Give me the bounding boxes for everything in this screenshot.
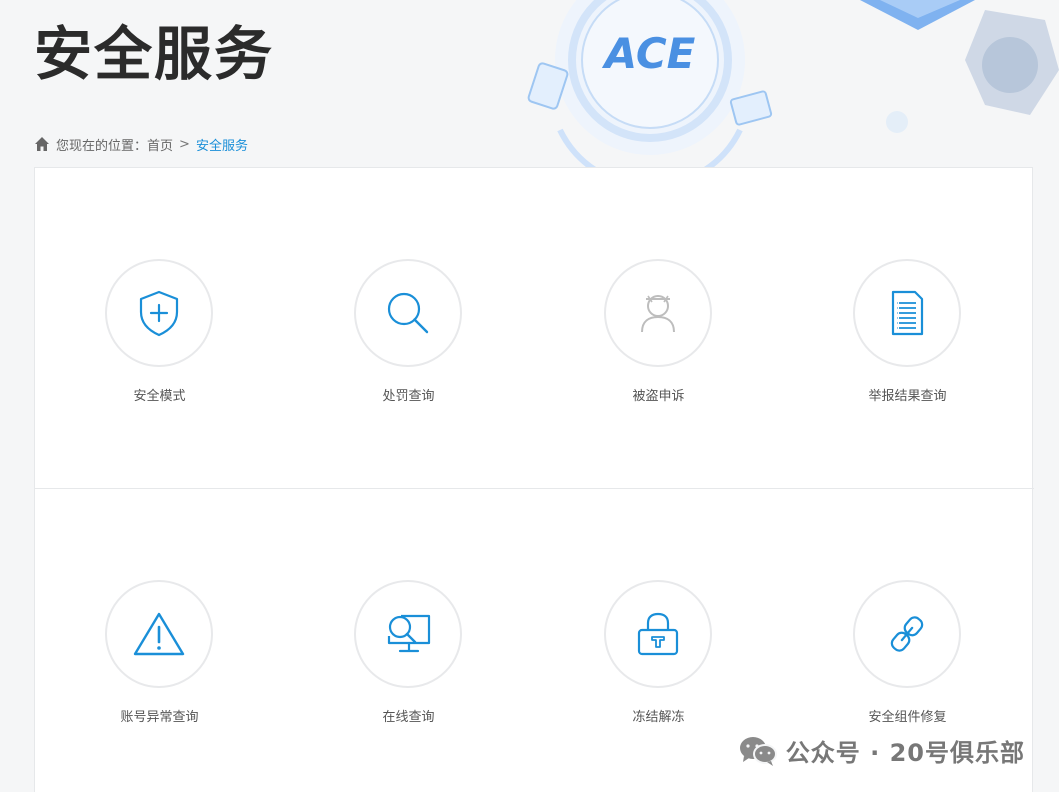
service-icon-circle [105,580,213,688]
breadcrumb: 您现在的位置： 首页 > 安全服务 [34,134,248,154]
service-label: 在线查询 [382,710,435,725]
breadcrumb-separator: > [179,136,190,152]
service-label: 账号异常查询 [120,710,199,725]
service-account-anomaly[interactable]: 账号异常查询 [35,489,284,792]
service-icon-circle [354,580,462,688]
chain-link-icon [890,616,924,652]
service-icon-circle [354,259,462,367]
services-row: 安全模式 处罚查询 被盗申诉 举报结果查询 [35,168,1034,489]
breadcrumb-home-link[interactable]: 首页 [147,135,173,154]
service-icon-circle [604,580,712,688]
service-online-query[interactable]: 在线查询 [284,489,533,792]
home-icon [35,137,49,151]
header: ACE 安全服务 您现在的位置： 首页 > 安全服务 [0,0,1059,168]
shield-plus-icon [139,290,179,337]
service-label: 被盗申诉 [632,389,685,404]
service-icon-circle [853,580,961,688]
service-theft-appeal[interactable]: 被盗申诉 [534,168,783,489]
service-icon-circle [853,259,961,367]
service-penalty-query[interactable]: 处罚查询 [284,168,533,489]
service-label: 处罚查询 [382,389,435,404]
service-label: 举报结果查询 [868,389,947,404]
masked-user-icon [641,295,675,333]
service-label: 安全模式 [133,389,186,404]
ace-logo-text: ACE [602,29,696,78]
warning-triangle-icon [133,612,185,656]
service-report-result[interactable]: 举报结果查询 [783,168,1032,489]
services-panel: 安全模式 处罚查询 被盗申诉 举报结果查询 账号异常查询 在线查询 冻结解冻 安… [34,167,1034,792]
wechat-icon [739,736,777,766]
service-icon-circle [105,259,213,367]
service-safe-mode[interactable]: 安全模式 [35,168,284,489]
document-list-icon [891,290,924,336]
watermark: 公众号 · 20号俱乐部 [738,733,1025,768]
breadcrumb-current: 安全服务 [195,138,248,154]
service-label: 冻结解冻 [632,710,685,725]
watermark-text: 公众号 · 20号俱乐部 [785,739,1025,767]
magnifier-icon [387,292,429,334]
breadcrumb-prefix: 您现在的位置： [56,138,148,154]
page-title: 安全服务 [34,20,275,88]
service-icon-circle [604,259,712,367]
monitor-search-icon [387,614,431,653]
service-label: 安全组件修复 [868,710,947,725]
padlock-icon [637,612,679,656]
